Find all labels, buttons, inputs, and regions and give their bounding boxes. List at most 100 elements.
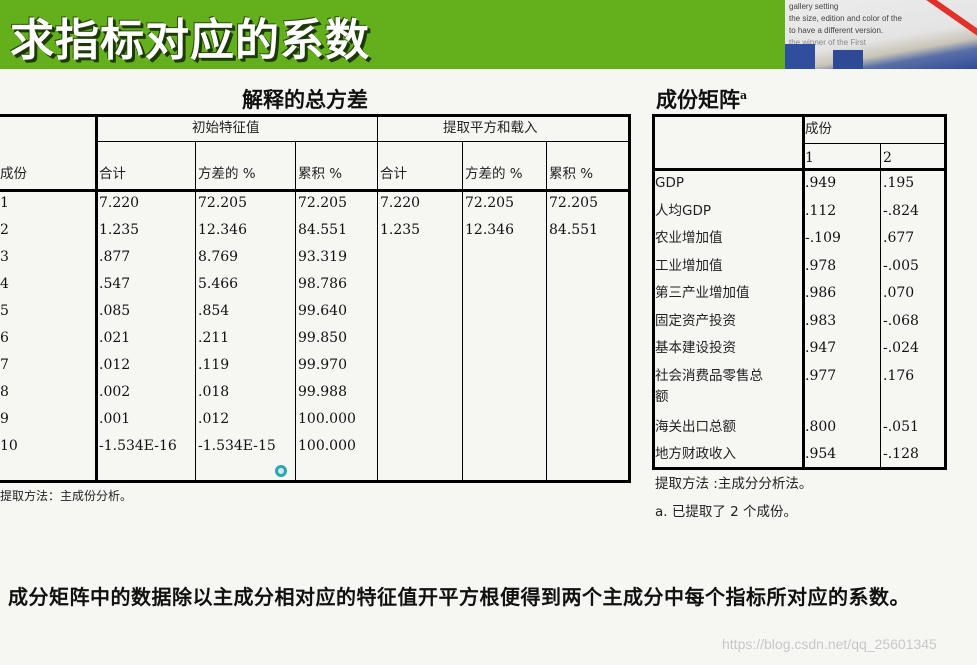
indicator-label-cont: 额 [655, 388, 669, 405]
table-cell: 100.000 [298, 411, 356, 427]
table-cell: 72.205 [549, 195, 598, 211]
title-banner: 求指标对应的系数 [0, 0, 785, 69]
loading-value-2: -.024 [883, 340, 919, 356]
table-cell: 98.786 [298, 276, 347, 292]
photo-text: the size, edition and color of the [789, 14, 902, 23]
indicator-label: 人均GDP [655, 202, 711, 219]
component-number: 1 [0, 195, 9, 211]
table-cell: 1.235 [380, 222, 421, 238]
matrix-footnote-method: 提取方法 :主成分分析法。 [655, 476, 813, 492]
title-superscript: a [740, 89, 748, 102]
table-cell: 100.000 [298, 438, 356, 454]
table-cell: 5.466 [198, 276, 239, 292]
red-pen-stroke [911, 0, 977, 42]
table-cell: 7.220 [380, 195, 421, 211]
loading-value-1: .112 [805, 202, 837, 219]
table-cell: .012 [198, 411, 230, 427]
indicator-label: 地方财政收入 [655, 446, 736, 462]
table-rule [628, 114, 631, 483]
table-rule [195, 141, 196, 480]
row-header-component: 成份 [0, 166, 27, 182]
table-rule [944, 114, 947, 470]
table-cell: -1.534E-16 [99, 438, 177, 454]
table-cell: .211 [198, 330, 230, 346]
table-cell: 99.970 [298, 357, 347, 373]
column-header: 合计 [99, 166, 126, 182]
group-header-initial-eigenvalues: 初始特征值 [192, 120, 260, 136]
component-number: 7 [0, 357, 9, 373]
loading-value-2: -.128 [883, 446, 919, 462]
component-number: 10 [0, 438, 18, 454]
table-cell: .021 [99, 330, 131, 346]
indicator-label: 工业增加值 [655, 257, 723, 274]
variance-table-footnote: 提取方法：主成份分析。 [0, 489, 133, 503]
column-header: 方差的 % [198, 166, 256, 182]
summary-text: 成分矩阵中的数据除以主成分相对应的特征值开平方根便得到两个主成分中每个指标所对应… [8, 585, 910, 609]
component-number: 2 [0, 222, 9, 238]
table-cell: .547 [99, 276, 131, 292]
component-matrix-title-text: 成份矩阵 [656, 87, 740, 112]
table-cell: .018 [198, 384, 230, 400]
loading-value-2: -.051 [883, 418, 919, 435]
variance-table-title: 解释的总方差 [242, 87, 368, 112]
loading-value-2: -.824 [883, 202, 919, 219]
table-cell: 7.220 [99, 195, 140, 211]
table-cell: 72.205 [465, 195, 514, 211]
group-header-extraction-sums: 提取平方和载入 [443, 120, 538, 136]
table-rule [96, 141, 630, 142]
table-rule [802, 143, 944, 144]
decorative-photo: gallery setting the size, edition and co… [785, 0, 977, 69]
loading-value-1: .954 [805, 446, 837, 462]
indicator-label: 农业增加值 [655, 230, 723, 246]
table-rule [880, 143, 881, 470]
table-cell: .012 [99, 357, 131, 373]
loading-value-2: -.068 [883, 312, 919, 329]
group-header-component: 成份 [805, 121, 832, 137]
indicator-label: GDP [655, 175, 684, 191]
table-cell: 12.346 [198, 222, 247, 238]
loading-cursor-icon [275, 465, 287, 477]
loading-value-1: .949 [805, 175, 837, 191]
table-cell: 72.205 [298, 195, 347, 211]
table-cell: 99.640 [298, 303, 347, 319]
table-rule [652, 467, 947, 470]
loading-value-2: .176 [883, 367, 915, 384]
component-number: 6 [0, 330, 9, 346]
table-cell: 12.346 [465, 222, 514, 238]
column-header: 累积 % [549, 166, 594, 182]
table-cell: -1.534E-15 [198, 438, 276, 454]
loading-value-1: -.109 [805, 230, 841, 246]
table-rule [652, 114, 947, 117]
table-cell: .119 [198, 357, 230, 373]
table-cell: 99.850 [298, 330, 347, 346]
column-header-2: 2 [883, 150, 892, 166]
component-number: 4 [0, 276, 9, 292]
table-cell: 1.235 [99, 222, 140, 238]
component-number: 9 [0, 411, 9, 427]
table-rule [95, 114, 98, 483]
table-cell: 8.769 [198, 249, 239, 265]
photo-shape [785, 44, 815, 69]
indicator-label: 海关出口总额 [655, 418, 736, 435]
indicator-label: 固定资产投资 [655, 312, 736, 329]
table-rule [546, 141, 547, 480]
table-cell: .877 [99, 249, 131, 265]
table-cell: .001 [99, 411, 131, 427]
table-cell: 84.551 [549, 222, 598, 238]
indicator-label: 第三产业增加值 [655, 285, 750, 301]
table-cell: .854 [198, 303, 230, 319]
table-cell: .002 [99, 384, 131, 400]
table-cell: 99.988 [298, 384, 347, 400]
table-cell: 93.319 [298, 249, 347, 265]
table-rule [377, 114, 378, 480]
table-rule [462, 141, 463, 480]
loading-value-2: .195 [883, 175, 915, 191]
loading-value-1: .983 [805, 312, 837, 329]
table-cell: 72.205 [198, 195, 247, 211]
photo-shape [833, 50, 863, 69]
column-header: 方差的 % [465, 166, 523, 182]
table-cell: .085 [99, 303, 131, 319]
loading-value-1: .977 [805, 367, 837, 384]
indicator-label: 基本建设投资 [655, 340, 736, 356]
component-matrix-title: 成份矩阵a [656, 84, 747, 114]
